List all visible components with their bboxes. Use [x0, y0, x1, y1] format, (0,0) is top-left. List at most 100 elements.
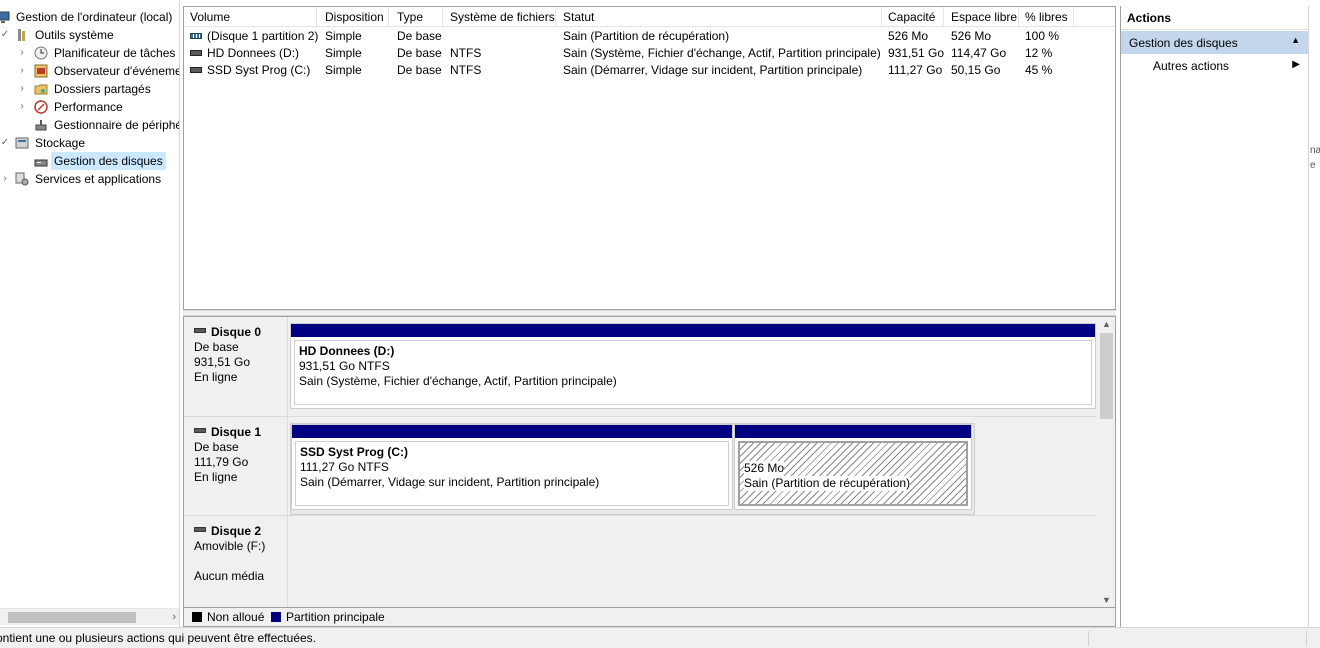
volume-cell: HD Donnees (D:)	[184, 45, 319, 62]
column-header-percent-free[interactable]: % libres	[1019, 7, 1074, 27]
free-space-cell: 526 Mo	[951, 29, 992, 43]
system-tools-icon	[15, 28, 29, 42]
disk-name: Disque 1	[194, 425, 287, 440]
legend-unallocated: Non alloué	[207, 610, 265, 624]
disk-size: 931,51 Go	[194, 355, 251, 369]
partition-body: HD Donnees (D:) 931,51 Go NTFS Sain (Sys…	[294, 340, 1092, 405]
chevron-right-icon[interactable]: ›	[0, 170, 10, 188]
disk-info-2[interactable]: Disque 2 Amovible (F:) Aucun média	[184, 516, 288, 607]
filesystem-cell	[444, 28, 557, 45]
volume-list-header: Volume Disposition Type Système de fichi…	[184, 7, 1115, 27]
disk-state: Aucun média	[194, 569, 265, 583]
disk-info-0[interactable]: Disque 0 De base 931,51 Go En ligne	[184, 317, 288, 416]
layout-cell: Simple	[325, 29, 362, 43]
task-scheduler-icon	[34, 46, 48, 60]
legend-primary-partition: Partition principale	[286, 610, 385, 624]
collapse-up-icon[interactable]: ▲	[1291, 35, 1300, 45]
partition-body: SSD Syst Prog (C:) 111,27 Go NTFS Sain (…	[295, 441, 729, 506]
partition-title: SSD Syst Prog (C:)	[300, 445, 409, 459]
volume-icon	[190, 49, 202, 56]
disk-row-1[interactable]: Disque 1 De base 111,79 Go En ligne SSD …	[184, 417, 1096, 516]
legend: Non alloué Partition principale	[183, 608, 1116, 627]
layout-cell: Simple	[325, 46, 362, 60]
status-cell: Sain (Démarrer, Vidage sur incident, Par…	[563, 63, 863, 77]
partition-status: Sain (Système, Fichier d'échange, Actif,…	[299, 374, 617, 388]
partition-title: HD Donnees (D:)	[299, 344, 395, 358]
capacity-cell: 931,51 Go	[888, 46, 945, 60]
free-space-cell: 114,47 Go	[951, 46, 1007, 60]
scrollbar-thumb[interactable]	[1100, 333, 1113, 419]
performance-icon	[34, 100, 48, 114]
volume-icon	[190, 32, 202, 39]
scroll-up-icon[interactable]: ▲	[1098, 317, 1115, 331]
partition-body: 526 Mo Sain (Partition de récupération)	[738, 441, 968, 506]
column-header-status[interactable]: Statut	[557, 7, 882, 27]
chevron-down-icon[interactable]: ✓	[0, 134, 10, 152]
scroll-down-icon[interactable]: ▼	[1098, 593, 1115, 607]
storage-icon	[15, 136, 29, 150]
column-header-capacity[interactable]: Capacité	[882, 7, 944, 27]
chevron-right-icon[interactable]: ›	[17, 44, 27, 62]
primary-partition-bar	[292, 425, 732, 438]
layout-cell: Simple	[325, 63, 362, 77]
disk-management-icon	[34, 154, 48, 168]
type-cell: De base	[397, 29, 442, 43]
navigation-tree: Gestion de l'ordinateur (local) ✓ Outils…	[0, 0, 180, 627]
chevron-right-icon[interactable]: ›	[17, 62, 27, 80]
column-header-volume[interactable]: Volume	[184, 7, 317, 27]
chevron-right-icon[interactable]: ›	[17, 80, 27, 98]
actions-pane: Actions Gestion des disques ▲ Autres act…	[1120, 6, 1309, 627]
column-header-free-space[interactable]: Espace libre	[945, 7, 1019, 27]
actions-section-disk-management[interactable]: Gestion des disques ▲	[1121, 31, 1308, 54]
table-row[interactable]: (Disque 1 partition 2) Simple De base Sa…	[184, 28, 1115, 45]
free-space-cell: 50,15 Go	[951, 63, 1001, 77]
partition-recovery[interactable]: 526 Mo Sain (Partition de récupération)	[734, 424, 972, 510]
disk-map-1: SSD Syst Prog (C:) 111,27 Go NTFS Sain (…	[290, 423, 975, 515]
disk-icon	[194, 527, 206, 533]
partition-status: Sain (Démarrer, Vidage sur incident, Par…	[300, 475, 600, 489]
filesystem-cell: NTFS	[450, 46, 482, 60]
table-row[interactable]: HD Donnees (D:) Simple De base NTFS Sain…	[184, 45, 1115, 62]
percent-free-cell: 100 %	[1025, 29, 1060, 43]
status-bar: ontient une ou plusieurs actions qui peu…	[0, 627, 1320, 648]
column-header-layout[interactable]: Disposition	[319, 7, 389, 27]
percent-free-cell: 12 %	[1025, 46, 1053, 60]
disk-row-0[interactable]: Disque 0 De base 931,51 Go En ligne HD D…	[184, 317, 1096, 417]
status-divider	[1306, 631, 1307, 646]
computer-management-icon	[0, 10, 10, 24]
scroll-right-icon[interactable]: ›	[172, 609, 176, 626]
offscreen-edge: na e	[1309, 0, 1320, 627]
services-icon	[15, 172, 29, 186]
disk-name: Disque 0	[194, 325, 287, 340]
disk-type: De base	[194, 340, 239, 354]
type-cell: De base	[397, 46, 442, 60]
disk-graphical-view: Disque 0 De base 931,51 Go En ligne HD D…	[183, 316, 1116, 608]
graph-vertical-scrollbar[interactable]: ▲ ▼	[1098, 317, 1115, 607]
status-text: ontient une ou plusieurs actions qui peu…	[0, 631, 316, 645]
disk-row-2[interactable]: Disque 2 Amovible (F:) Aucun média	[184, 516, 1096, 607]
volume-cell: (Disque 1 partition 2)	[184, 28, 319, 45]
chevron-down-icon[interactable]: ✓	[0, 26, 10, 44]
tree-horizontal-scrollbar[interactable]: ›	[0, 608, 179, 626]
percent-free-cell: 45 %	[1025, 63, 1053, 77]
table-row[interactable]: SSD Syst Prog (C:) Simple De base NTFS S…	[184, 62, 1115, 79]
more-actions-item[interactable]: Autres actions ▶	[1121, 56, 1308, 76]
partition-status: Sain (Partition de récupération)	[744, 476, 911, 491]
disk-management-main: Volume Disposition Type Système de fichi…	[183, 6, 1116, 627]
chevron-right-icon[interactable]: ›	[17, 98, 27, 116]
column-header-filesystem[interactable]: Système de fichiers	[444, 7, 556, 27]
scrollbar-thumb[interactable]	[8, 612, 136, 623]
disk-state: En ligne	[194, 370, 238, 384]
partition-d[interactable]: HD Donnees (D:) 931,51 Go NTFS Sain (Sys…	[290, 323, 1096, 409]
capacity-cell: 111,27 Go	[888, 63, 943, 77]
volume-cell: SSD Syst Prog (C:)	[184, 62, 319, 79]
partition-size: 111,27 Go NTFS	[300, 460, 389, 474]
partition-c[interactable]: SSD Syst Prog (C:) 111,27 Go NTFS Sain (…	[291, 424, 733, 510]
status-cell: Sain (Système, Fichier d'échange, Actif,…	[563, 46, 881, 60]
unallocated-swatch	[192, 612, 202, 622]
disk-type: Amovible (F:)	[194, 539, 266, 553]
status-divider	[1088, 631, 1089, 646]
disk-name: Disque 2	[194, 524, 287, 539]
disk-info-1[interactable]: Disque 1 De base 111,79 Go En ligne	[184, 417, 288, 515]
column-header-type[interactable]: Type	[391, 7, 443, 27]
